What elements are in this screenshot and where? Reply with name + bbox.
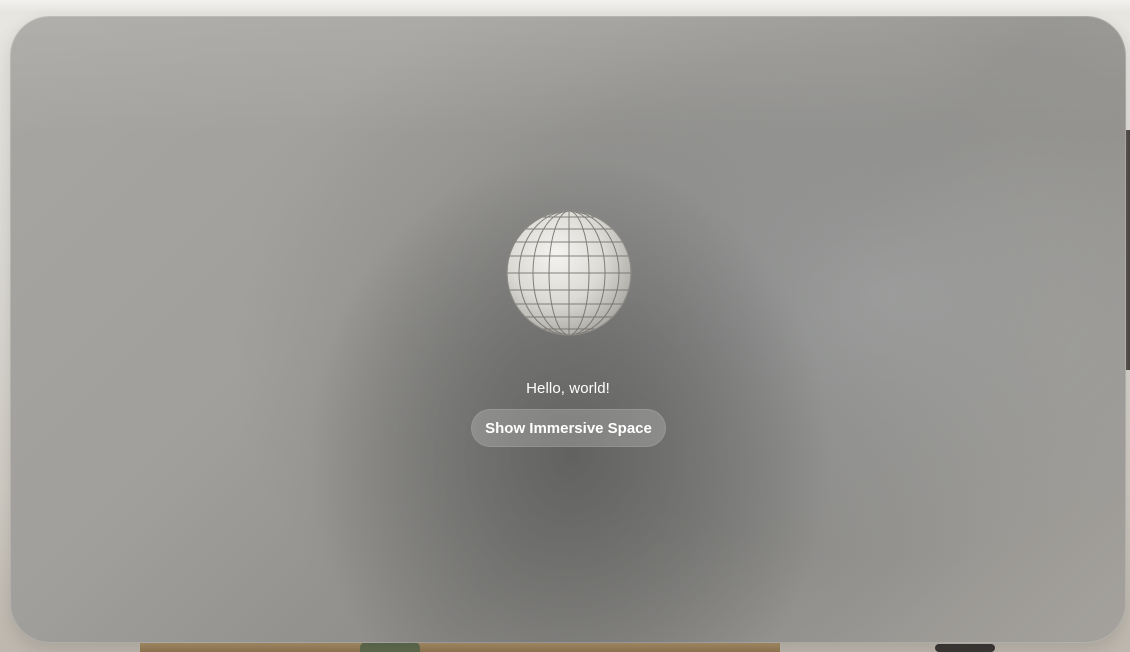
globe-model-icon [506, 210, 632, 336]
show-immersive-space-button[interactable]: Show Immersive Space [471, 409, 666, 447]
greeting-text: Hello, world! [526, 380, 610, 397]
ceiling [0, 0, 1130, 14]
window-glare [10, 16, 1126, 136]
app-window: Hello, world! Show Immersive Space [10, 16, 1126, 643]
plant [360, 642, 420, 652]
floor-object [935, 644, 995, 652]
